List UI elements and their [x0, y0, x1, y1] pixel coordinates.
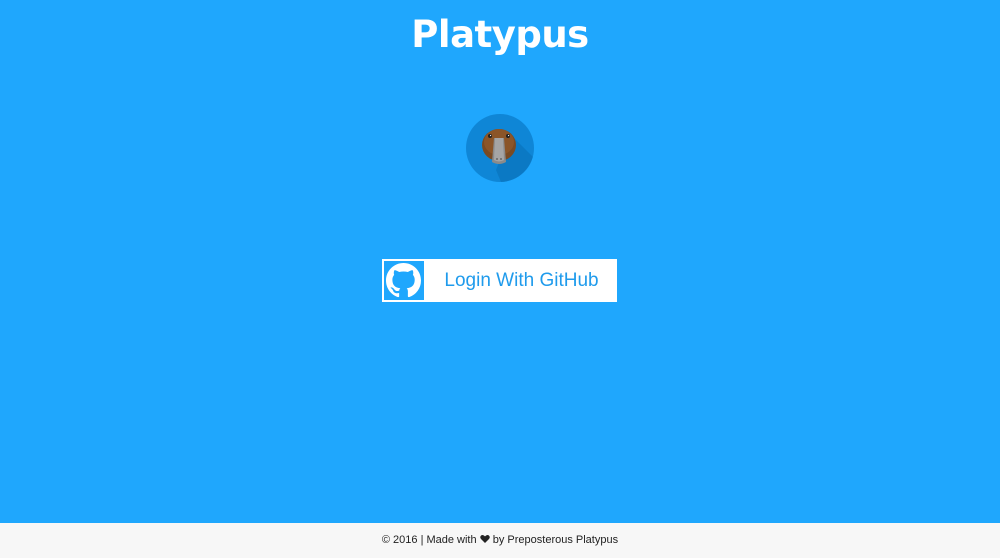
footer-prefix: © 2016 | Made with [381, 534, 477, 546]
github-icon [384, 261, 424, 300]
footer-suffix: by Preposterous Platypus [492, 534, 619, 546]
login-button-label: Login With GitHub [444, 270, 599, 291]
login-github-button[interactable]: Login With GitHub [382, 259, 617, 302]
heart-icon [479, 534, 490, 544]
main-area: Platypus Login With GitHub [0, 0, 1000, 523]
footer: © 2016 | Made with by Preposterous Platy… [0, 523, 1000, 558]
app-title: Platypus [411, 13, 589, 56]
platypus-logo-icon [466, 114, 534, 182]
